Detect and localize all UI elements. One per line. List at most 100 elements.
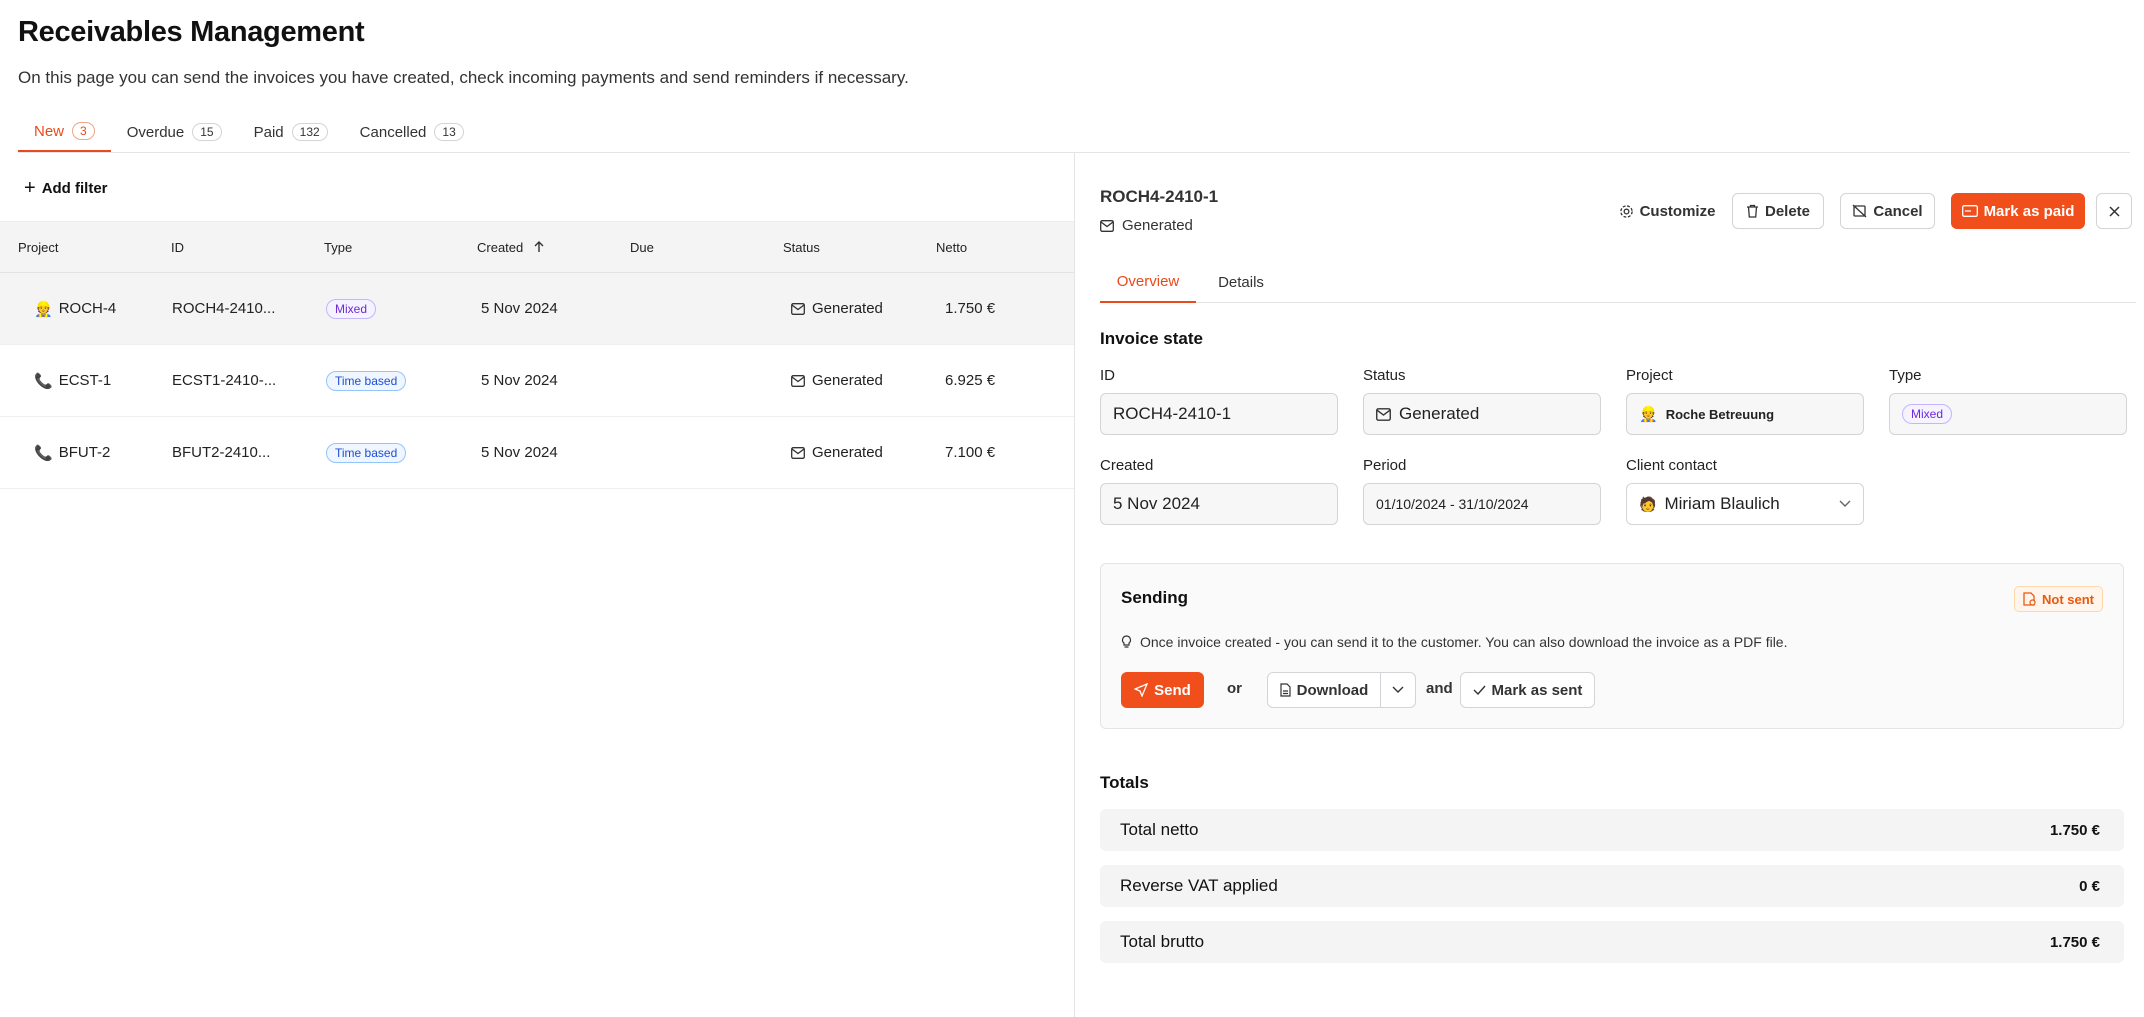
table-row[interactable]: 📞 ECST-1 ECST1-2410-... Time based 5 Nov …	[0, 345, 1074, 417]
close-button[interactable]	[2096, 193, 2132, 229]
row-netto: 7.100 €	[945, 444, 996, 461]
add-filter-button[interactable]: + Add filter	[24, 177, 108, 200]
customize-button[interactable]: Customize	[1612, 193, 1722, 229]
mark-paid-label: Mark as paid	[1983, 202, 2075, 220]
row-status: Generated	[791, 444, 883, 461]
column-project[interactable]: Project	[18, 240, 58, 255]
created-value: 5 Nov 2024	[1113, 494, 1200, 513]
file-icon	[1280, 683, 1291, 697]
and-text: and	[1426, 680, 1453, 697]
tab-new[interactable]: New 3	[18, 112, 111, 152]
avatar: 🧑	[1639, 495, 1657, 512]
column-created[interactable]: Created	[477, 240, 545, 255]
totals-heading: Totals	[1100, 773, 1149, 792]
project-label: Project	[1626, 367, 1673, 384]
envelope-icon	[1376, 407, 1391, 421]
row-type: Time based	[326, 442, 407, 463]
type-field: Mixed	[1889, 393, 2127, 435]
download-button[interactable]: Download	[1267, 672, 1381, 708]
total-value: 1.750 €	[2049, 821, 2100, 839]
tab-overdue[interactable]: Overdue 15	[111, 112, 238, 152]
client-contact-select[interactable]: 🧑 Miriam Blaulich	[1626, 483, 1864, 525]
phone-icon: 📞	[34, 444, 53, 462]
tab-cancelled[interactable]: Cancelled 13	[344, 112, 480, 152]
column-netto[interactable]: Netto	[936, 240, 967, 255]
status-value: Generated	[1399, 404, 1480, 423]
total-value: 0 €	[2079, 877, 2100, 895]
tab-label: Paid	[253, 123, 284, 141]
row-status: Generated	[791, 300, 883, 317]
total-row: Total brutto 1.750 €	[1100, 921, 2124, 963]
project-code: BFUT-2	[58, 444, 111, 461]
page-title: Receivables Management	[18, 16, 365, 48]
total-row: Reverse VAT applied 0 €	[1100, 865, 2124, 907]
download-label: Download	[1296, 681, 1369, 699]
row-netto: 6.925 €	[945, 372, 996, 389]
person-icon: 👷	[1639, 406, 1658, 423]
invoice-state-heading: Invoice state	[1100, 329, 1203, 348]
row-project: 👷 ROCH-4	[34, 300, 116, 318]
id-value: ROCH4-2410-1	[1113, 404, 1232, 423]
status-label: Status	[1363, 367, 1406, 384]
envelope-icon	[791, 302, 805, 315]
status-label: Generated	[812, 372, 883, 389]
project-field: 👷 Roche Betreuung	[1626, 393, 1864, 435]
project-value: Roche Betreuung	[1665, 406, 1775, 422]
mark-as-paid-button[interactable]: Mark as paid	[1951, 193, 2085, 229]
money-icon	[1961, 205, 1978, 217]
row-status: Generated	[791, 372, 883, 389]
or-text: or	[1227, 680, 1242, 697]
column-due[interactable]: Due	[630, 240, 654, 255]
status-tabs: New 3 Overdue 15 Paid 132 Cancelled 13	[18, 112, 2130, 153]
sort-arrow-up-icon	[533, 241, 545, 253]
send-button[interactable]: Send	[1121, 672, 1204, 708]
delete-button[interactable]: Delete	[1732, 193, 1824, 229]
row-project: 📞 ECST-1	[34, 372, 111, 390]
row-created: 5 Nov 2024	[481, 372, 558, 389]
project-code: ECST-1	[58, 372, 112, 389]
not-sent-label: Not sent	[2042, 591, 2094, 607]
tab-overview[interactable]: Overview	[1100, 261, 1196, 303]
tab-count: 132	[291, 123, 328, 141]
type-badge: Mixed	[1902, 404, 1953, 424]
column-type[interactable]: Type	[324, 240, 352, 255]
plus-icon: +	[24, 177, 36, 199]
contact-value: Miriam Blaulich	[1664, 494, 1780, 513]
type-badge: Time based	[326, 370, 407, 391]
close-icon	[2108, 205, 2120, 217]
created-label: Created	[1100, 457, 1154, 474]
period-value: 01/10/2024 - 31/10/2024	[1376, 496, 1529, 512]
total-value: 1.750 €	[2049, 933, 2100, 951]
total-label: Reverse VAT applied	[1120, 876, 1278, 895]
gear-icon	[1619, 204, 1634, 219]
trash-icon	[1746, 204, 1759, 218]
customize-label: Customize	[1639, 202, 1716, 220]
tab-paid[interactable]: Paid 132	[238, 112, 344, 152]
row-created: 5 Nov 2024	[481, 300, 558, 317]
table-row[interactable]: 👷 ROCH-4 ROCH4-2410... Mixed 5 Nov 2024 G…	[0, 273, 1074, 345]
status-label: Generated	[812, 300, 883, 317]
id-label: ID	[1100, 367, 1115, 384]
tab-details[interactable]: Details	[1196, 261, 1286, 303]
hint-text: Once invoice created - you can send it t…	[1140, 634, 1788, 650]
id-field: ROCH4-2410-1	[1100, 393, 1338, 435]
check-icon	[1473, 685, 1486, 695]
row-id: ROCH4-2410...	[172, 300, 276, 317]
sending-card: Sending Not sent Once invoice created - …	[1100, 563, 2124, 729]
not-sent-badge: Not sent	[2014, 586, 2103, 612]
cancel-button[interactable]: Cancel	[1840, 193, 1935, 229]
page-subtitle: On this page you can send the invoices y…	[18, 68, 909, 87]
status-field: Generated	[1363, 393, 1601, 435]
column-status[interactable]: Status	[783, 240, 820, 255]
project-code: ROCH-4	[58, 300, 117, 317]
table-header: Project ID Type Created Due Status Netto	[0, 221, 1074, 273]
table-row[interactable]: 📞 BFUT-2 BFUT2-2410... Time based 5 Nov 2…	[0, 417, 1074, 489]
mark-as-sent-button[interactable]: Mark as sent	[1460, 672, 1595, 708]
column-id[interactable]: ID	[171, 240, 184, 255]
tab-count: 15	[192, 123, 222, 141]
row-id: BFUT2-2410...	[172, 444, 271, 461]
mark-sent-label: Mark as sent	[1491, 681, 1583, 699]
invoice-detail-panel: ROCH4-2410-1 Generated Customize Delete …	[1076, 153, 2144, 1017]
total-row: Total netto 1.750 €	[1100, 809, 2124, 851]
download-options-button[interactable]	[1380, 672, 1416, 708]
